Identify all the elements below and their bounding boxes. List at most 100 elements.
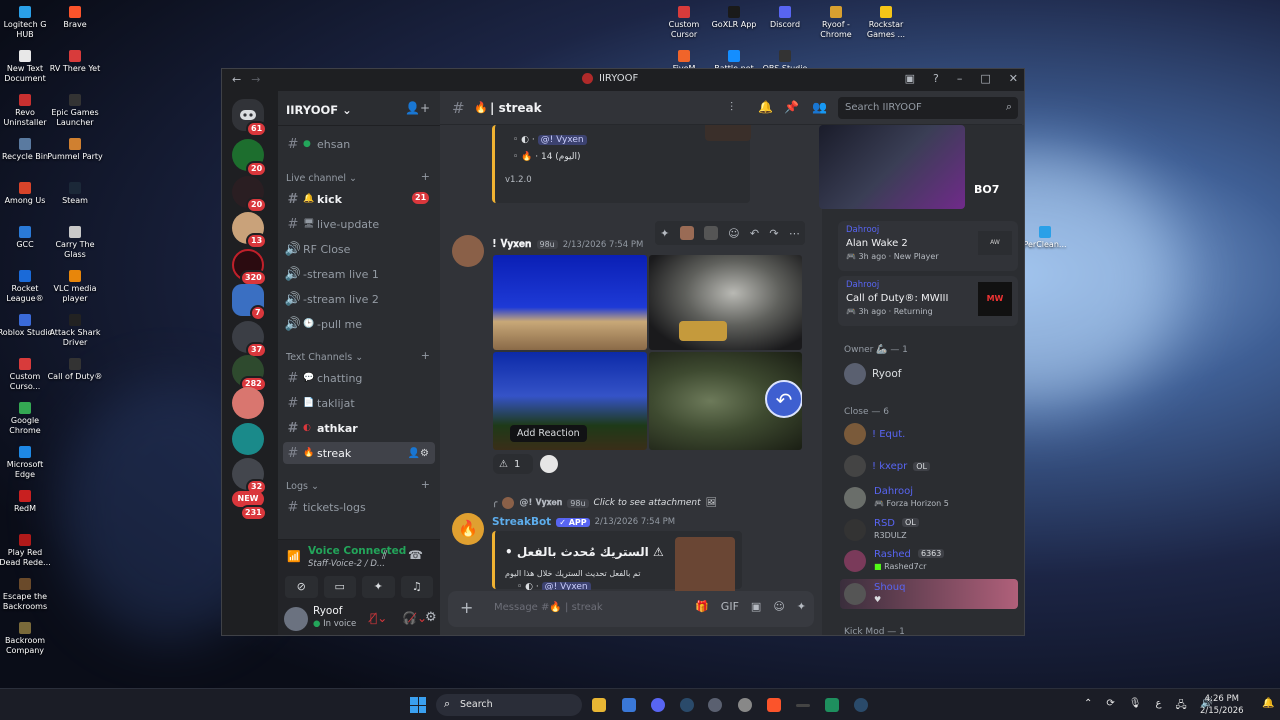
- activity-card-2[interactable]: Dahrooj Call of Duty®: MWIII 🎮 3h ago · …: [838, 276, 1018, 326]
- quick-reaction-2[interactable]: [703, 226, 718, 240]
- user-name[interactable]: Ryoof: [313, 605, 342, 617]
- soundboard-button[interactable]: ♫: [400, 576, 433, 598]
- camera-off-button[interactable]: ⊘: [285, 576, 318, 598]
- desktop-icon[interactable]: Attack Shark Driver: [46, 314, 104, 348]
- author-avatar-vyxen[interactable]: [452, 235, 484, 267]
- member-item[interactable]: RSD OL R3DULZ: [844, 518, 1014, 542]
- reaction-pill[interactable]: ⚠ 1: [493, 454, 533, 474]
- desktop-icon[interactable]: Microsoft Edge: [0, 446, 54, 480]
- maximize-button[interactable]: □: [980, 72, 990, 85]
- voice-stream-2[interactable]: 🔊 -stream live 2: [283, 288, 435, 310]
- reactor-avatar[interactable]: [540, 455, 558, 473]
- start-button[interactable]: [410, 697, 426, 713]
- channel-chatting[interactable]: # 💬 chatting: [283, 367, 435, 389]
- notification-bell-icon[interactable]: 🔔: [758, 100, 773, 114]
- desktop-icon[interactable]: RedM: [0, 490, 54, 514]
- author-name[interactable]: ! 𝐕𝐲𝐱𝐞𝐧: [492, 238, 532, 251]
- add-reaction-icon[interactable]: ☺: [728, 227, 739, 240]
- back-arrow-icon[interactable]: ←: [232, 73, 241, 86]
- member-list-icon[interactable]: 👥: [812, 100, 827, 114]
- add-channel-icon[interactable]: +: [421, 478, 430, 491]
- attachment-image-1[interactable]: [493, 255, 647, 350]
- quick-reaction-1[interactable]: [679, 226, 694, 240]
- add-channel-icon[interactable]: +: [421, 349, 430, 362]
- network-icon[interactable]: 🖧: [1175, 698, 1186, 715]
- stream-preview[interactable]: [819, 125, 965, 209]
- voice-stream-1[interactable]: 🔊 -stream live 1: [283, 263, 435, 285]
- app-taskbar-icon[interactable]: [796, 704, 810, 707]
- member-item[interactable]: ! Equt.: [844, 423, 905, 445]
- category-text-channels[interactable]: Text Channels ⌄: [286, 352, 363, 363]
- member-item[interactable]: Dahrooj 🎮 Forza Horizon 5: [844, 486, 1014, 510]
- reply-reference[interactable]: ╭ @! 𝐕𝐲𝐱𝐞𝐧 98u Click to see attachment 🖼: [492, 497, 717, 509]
- server-icon-9[interactable]: [232, 423, 264, 455]
- taskbar-search[interactable]: ⌕ Search: [436, 694, 582, 716]
- user-avatar[interactable]: [284, 607, 308, 631]
- desktop-icon[interactable]: VLC media player: [46, 270, 104, 304]
- channel-taklijat[interactable]: # 📄 taklijat: [283, 392, 435, 414]
- member-item-highlighted[interactable]: Shouq ♥: [840, 579, 1018, 609]
- close-button[interactable]: ✕: [1009, 72, 1018, 85]
- notifications-icon[interactable]: 🔔: [1262, 698, 1274, 709]
- help-icon[interactable]: ?: [933, 72, 939, 85]
- more-options-icon[interactable]: ⋯: [789, 227, 800, 240]
- desktop-icon[interactable]: Carry The Glass: [46, 226, 104, 260]
- brave-taskbar-icon[interactable]: [767, 698, 781, 712]
- xbox-taskbar-icon[interactable]: [825, 698, 839, 712]
- attach-plus-icon[interactable]: +: [460, 598, 473, 617]
- channel-tickets-logs[interactable]: # tickets-logs: [283, 496, 435, 518]
- streakbot-avatar[interactable]: 🔥: [452, 513, 484, 545]
- clock[interactable]: 4:26 PM 2/15/2026: [1200, 693, 1244, 717]
- sticker-icon[interactable]: ▣: [751, 600, 761, 613]
- channel-ehsan[interactable]: # ● ehsan: [283, 133, 435, 155]
- steam-taskbar-icon[interactable]: [680, 698, 694, 712]
- settings-taskbar-icon[interactable]: [708, 698, 722, 712]
- noise-suppression-icon[interactable]: ⫽: [382, 548, 387, 563]
- super-reaction-icon[interactable]: ✦: [660, 227, 669, 240]
- desktop-icon[interactable]: RV There Yet: [46, 50, 104, 74]
- deafen-icon[interactable]: 🎧̸⌄: [402, 611, 427, 625]
- voice-status[interactable]: Voice Connected: [308, 545, 406, 557]
- desktop-icon[interactable]: Epic Games Launcher: [46, 94, 104, 128]
- input-language[interactable]: ع: [1155, 698, 1161, 715]
- tray-sync-icon[interactable]: ⟳: [1106, 698, 1114, 715]
- gift-icon[interactable]: 🎁: [695, 600, 709, 613]
- threads-icon[interactable]: ⫶: [730, 100, 733, 115]
- voice-rf-close[interactable]: 🔊 RF Close: [283, 238, 435, 260]
- desktop-icon[interactable]: Google Chrome: [0, 402, 54, 436]
- member-item[interactable]: Rashed 6363 ■ Rashed7cr: [844, 549, 1014, 573]
- mic-muted-icon[interactable]: 🎙̸⌄: [370, 611, 387, 625]
- desktop-icon[interactable]: Steam: [46, 182, 104, 206]
- desktop-icon[interactable]: GoXLR App: [705, 6, 763, 30]
- inbox-icon[interactable]: ▣: [905, 72, 915, 85]
- voice-channel-name[interactable]: Staff-Voice-2 / D...: [308, 559, 408, 569]
- add-channel-icon[interactable]: +: [421, 170, 430, 183]
- user-settings-gear-icon[interactable]: ⚙: [425, 610, 437, 625]
- guild-tag[interactable]: 98u: [536, 240, 558, 249]
- member-owner[interactable]: Ryoof: [844, 363, 901, 385]
- server-icon-8[interactable]: [232, 387, 264, 419]
- apps-icon[interactable]: ✦: [797, 600, 806, 613]
- desktop-icon[interactable]: Backroom Company: [0, 622, 54, 656]
- activities-button[interactable]: ✦: [362, 576, 395, 598]
- category-live-channel[interactable]: Live channel ⌄: [286, 173, 357, 184]
- desktop-icon[interactable]: Brave: [46, 6, 104, 30]
- tray-chevron-icon[interactable]: ⌃: [1084, 698, 1092, 715]
- search-input[interactable]: Search IIRYOOF ⌕: [838, 97, 1018, 119]
- emoji-icon[interactable]: ☺: [773, 600, 784, 613]
- category-logs[interactable]: Logs ⌄: [286, 481, 319, 492]
- file-explorer-icon[interactable]: [592, 698, 606, 712]
- obs-taskbar-icon[interactable]: [738, 698, 752, 712]
- attachment-image-2[interactable]: [649, 255, 802, 350]
- desktop-icon[interactable]: Escape the Backrooms: [0, 578, 54, 612]
- forward-icon[interactable]: ↷: [769, 227, 778, 240]
- pinned-messages-icon[interactable]: 📌: [784, 100, 799, 114]
- steam-taskbar-icon-2[interactable]: [854, 698, 868, 712]
- disconnect-icon[interactable]: ☎: [408, 548, 423, 562]
- desktop-icon[interactable]: Discord: [756, 6, 814, 30]
- desktop-icon[interactable]: Pummel Party: [46, 138, 104, 162]
- tray-mic-icon[interactable]: 🎙: [1129, 698, 1142, 715]
- invite-people-icon[interactable]: 👤+: [405, 101, 430, 115]
- desktop-icon[interactable]: Call of Duty®: [46, 358, 104, 382]
- author-name[interactable]: StreakBot: [492, 516, 551, 528]
